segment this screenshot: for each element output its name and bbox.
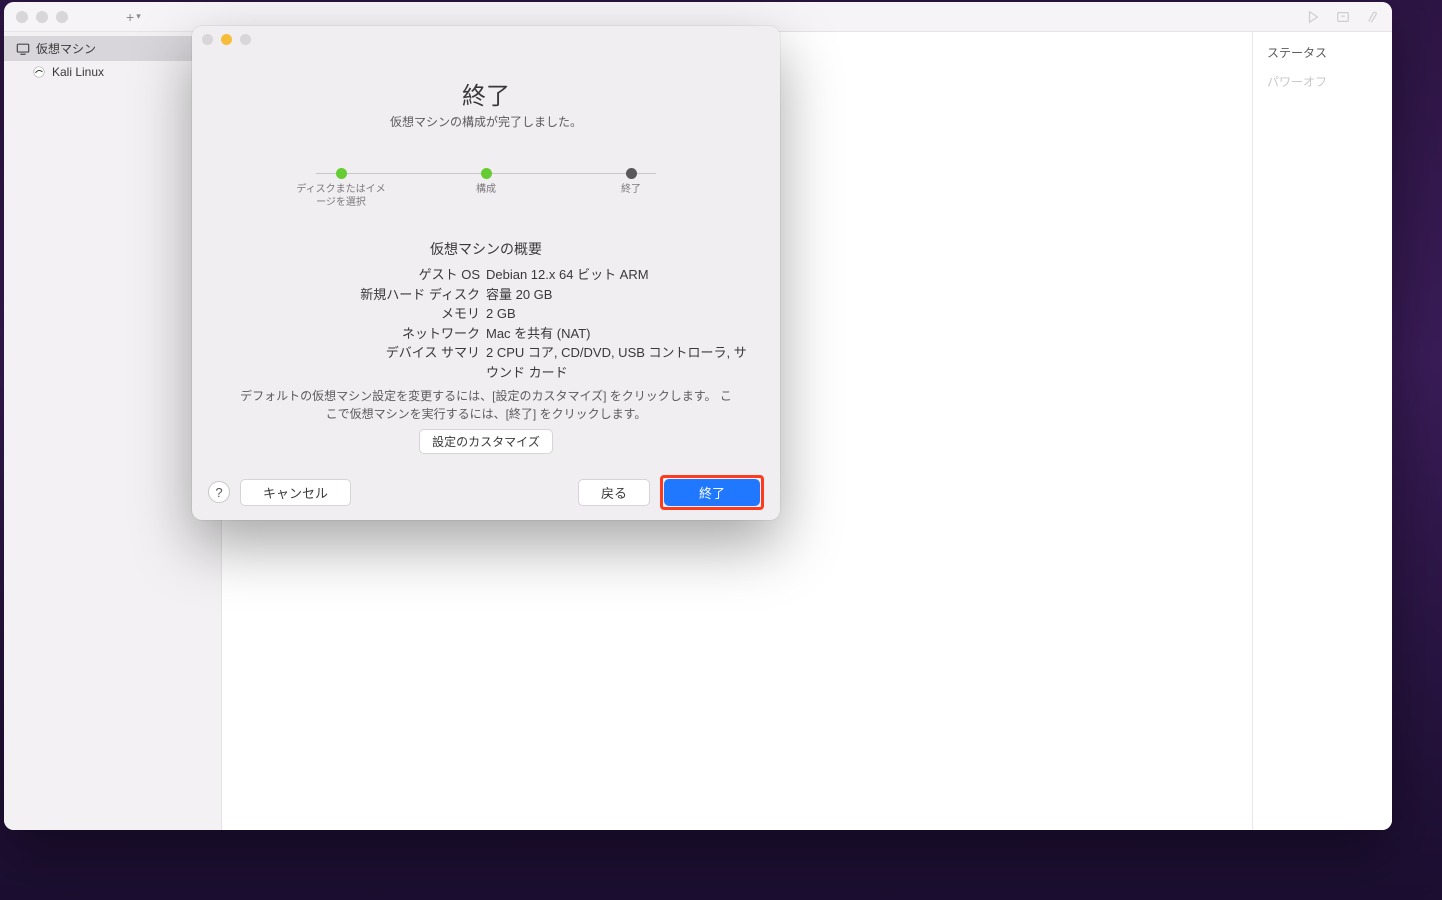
dialog-title: 終了	[462, 76, 510, 111]
dialog-body: 終了 仮想マシンの構成が完了しました。 ディスクまたはイメージを選択 構成 終了…	[192, 52, 780, 464]
step-configure: 構成	[441, 168, 531, 209]
chevron-down-icon: ▾	[136, 11, 141, 22]
close-icon[interactable]	[202, 34, 213, 45]
status-value: パワーオフ	[1267, 73, 1378, 90]
summary-key: メモリ	[220, 304, 486, 324]
minimize-icon[interactable]	[36, 11, 48, 23]
summary-heading: 仮想マシンの概要	[220, 239, 752, 259]
status-heading: ステータス	[1267, 44, 1378, 61]
play-icon[interactable]	[1306, 10, 1320, 24]
maximize-icon[interactable]	[240, 34, 251, 45]
summary-key: 新規ハード ディスク	[220, 285, 486, 305]
summary-row-disk: 新規ハード ディスク 容量 20 GB	[220, 285, 752, 305]
toolbar-right	[1306, 10, 1380, 24]
summary-key: ネットワーク	[220, 324, 486, 344]
step-done-icon	[481, 168, 492, 179]
summary-row-network: ネットワーク Mac を共有 (NAT)	[220, 324, 752, 344]
add-menu-button[interactable]: + ▾	[126, 9, 141, 25]
sidebar: 仮想マシン Kali Linux	[4, 32, 222, 830]
finish-button-highlight: 終了	[660, 475, 764, 510]
main-traffic-lights	[16, 11, 68, 23]
step-label: 終了	[621, 183, 641, 196]
finish-dialog: 終了 仮想マシンの構成が完了しました。 ディスクまたはイメージを選択 構成 終了…	[192, 26, 780, 520]
summary-key: デバイス サマリ	[220, 343, 486, 382]
summary-value: 2 GB	[486, 304, 752, 324]
sidebar-group-label: 仮想マシン	[36, 40, 96, 57]
summary-value: 容量 20 GB	[486, 285, 752, 305]
monitor-icon	[16, 42, 30, 56]
snapshot-icon[interactable]	[1336, 10, 1350, 24]
summary-row-guest-os: ゲスト OS Debian 12.x 64 ビット ARM	[220, 265, 752, 285]
minimize-icon[interactable]	[221, 34, 232, 45]
plus-icon: +	[126, 9, 134, 25]
dialog-footer: ? キャンセル 戻る 終了	[192, 464, 780, 520]
sidebar-group-vms[interactable]: 仮想マシン	[4, 36, 221, 61]
summary-row-devices: デバイス サマリ 2 CPU コア, CD/DVD, USB コントローラ, サ…	[220, 343, 752, 382]
dialog-titlebar	[192, 26, 780, 52]
summary-value: Mac を共有 (NAT)	[486, 324, 752, 344]
summary-row-memory: メモリ 2 GB	[220, 304, 752, 324]
dialog-traffic-lights	[202, 34, 251, 45]
customize-settings-button[interactable]: 設定のカスタマイズ	[419, 429, 553, 454]
finish-button[interactable]: 終了	[664, 479, 760, 506]
step-finish: 終了	[586, 168, 676, 209]
help-button[interactable]: ?	[208, 481, 230, 503]
step-done-icon	[336, 168, 347, 179]
close-icon[interactable]	[16, 11, 28, 23]
sidebar-item-label: Kali Linux	[52, 65, 104, 79]
cancel-button[interactable]: キャンセル	[240, 479, 351, 506]
step-label: ディスクまたはイメージを選択	[296, 183, 386, 209]
wizard-stepper: ディスクまたはイメージを選択 構成 終了	[296, 168, 676, 209]
vm-summary: 仮想マシンの概要 ゲスト OS Debian 12.x 64 ビット ARM 新…	[220, 239, 752, 382]
back-button[interactable]: 戻る	[578, 479, 650, 506]
summary-value: 2 CPU コア, CD/DVD, USB コントローラ, サウンド カード	[486, 343, 752, 382]
summary-value: Debian 12.x 64 ビット ARM	[486, 265, 752, 285]
right-info-pane: ステータス パワーオフ	[1252, 32, 1392, 830]
step-label: 構成	[476, 183, 496, 196]
kali-icon	[32, 65, 46, 79]
step-select-disk: ディスクまたはイメージを選択	[296, 168, 386, 209]
sidebar-item-kali[interactable]: Kali Linux	[4, 61, 221, 83]
settings-icon[interactable]	[1366, 10, 1380, 24]
summary-key: ゲスト OS	[220, 265, 486, 285]
dialog-subtitle: 仮想マシンの構成が完了しました。	[390, 113, 582, 130]
dialog-hint-text: デフォルトの仮想マシン設定を変更するには、[設定のカスタマイズ] をクリックしま…	[220, 387, 752, 423]
maximize-icon[interactable]	[56, 11, 68, 23]
step-current-icon	[626, 168, 637, 179]
